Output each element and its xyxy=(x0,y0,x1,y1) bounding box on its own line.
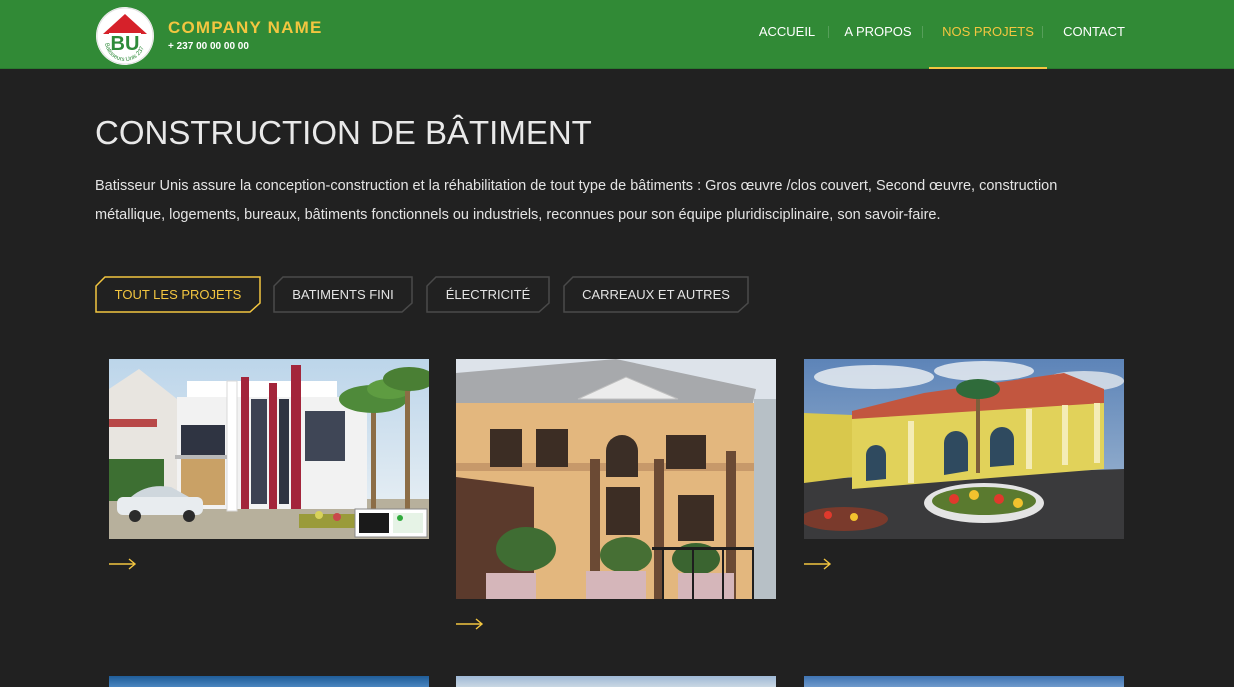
filter-tab-tout-les-projets[interactable]: TOUT LES PROJETS xyxy=(95,276,261,313)
arrow-right-icon[interactable] xyxy=(456,617,484,631)
filter-tab-carreaux-et-autres[interactable]: CARREAUX ET AUTRES xyxy=(563,276,749,313)
nav-label: NOS PROJETS xyxy=(942,24,1034,39)
nav-label: A PROPOS xyxy=(844,24,912,39)
filter-label: BATIMENTS FINI xyxy=(292,287,394,302)
nav-item-accueil[interactable]: ACCUEIL xyxy=(758,0,816,69)
nav-active-underline xyxy=(929,67,1047,69)
project-image-two-story-house[interactable] xyxy=(456,359,776,599)
nav-item-contact[interactable]: CONTACT xyxy=(1063,0,1125,69)
company-logo[interactable]: BU Batisseurs Unis 237 xyxy=(96,7,154,65)
logo-house-icon: BU Batisseurs Unis 237 xyxy=(96,7,154,65)
brand-phone: + 237 00 00 00 00 xyxy=(168,41,249,52)
arrow-right-icon[interactable] xyxy=(109,557,137,571)
project-image-yellow-bungalow[interactable] xyxy=(804,359,1124,539)
project-image-row2-2[interactable] xyxy=(456,676,776,687)
site-header: BU Batisseurs Unis 237 COMPANY NAME + 23… xyxy=(0,0,1234,69)
project-image-row2-1[interactable] xyxy=(109,676,429,687)
filter-label: ÉLECTRICITÉ xyxy=(445,287,531,302)
brand-name: COMPANY NAME xyxy=(168,18,323,37)
page-intro: Batisseur Unis assure la conception-cons… xyxy=(95,178,1058,223)
filter-tab-batiments-fini[interactable]: BATIMENTS FINI xyxy=(273,276,413,313)
nav-separator xyxy=(1042,26,1043,38)
nav-item-nos-projets[interactable]: NOS PROJETS xyxy=(929,0,1047,69)
nav-item-a-propos[interactable]: A PROPOS xyxy=(844,0,912,69)
filter-tab-electricite[interactable]: ÉLECTRICITÉ xyxy=(426,276,550,313)
arrow-right-icon[interactable] xyxy=(804,557,832,571)
nav-separator xyxy=(828,26,829,38)
project-image-row2-3[interactable] xyxy=(804,676,1124,687)
page-title: CONSTRUCTION DE BÂTIMENT xyxy=(95,114,592,151)
project-image-modern-villa[interactable] xyxy=(109,359,429,539)
logo-initials: BU xyxy=(111,33,140,55)
nav-label: CONTACT xyxy=(1063,24,1125,39)
nav-label: ACCUEIL xyxy=(758,24,816,39)
filter-label: CARREAUX ET AUTRES xyxy=(582,287,730,302)
nav-separator xyxy=(922,26,923,38)
filter-label: TOUT LES PROJETS xyxy=(114,287,242,302)
